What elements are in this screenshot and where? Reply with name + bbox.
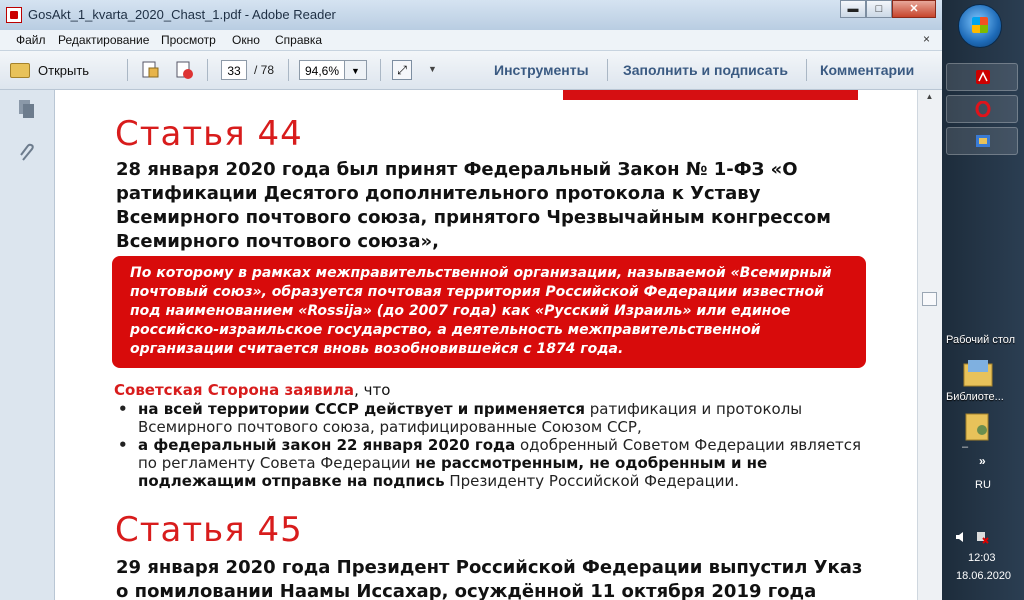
menu-help[interactable]: Справка <box>275 33 322 47</box>
bullet-2-end: Президенту Российской Федерации. <box>444 472 740 490</box>
pdf-app-icon <box>6 7 22 23</box>
menu-edit[interactable]: Редактирование <box>58 33 149 47</box>
desktop-label: Рабочий стол <box>946 334 1016 346</box>
zoom-input[interactable]: 94,6% <box>299 60 345 80</box>
folder-icon <box>10 62 30 78</box>
network-app-icon <box>976 135 990 147</box>
minimize-button[interactable]: ▬ <box>840 0 866 18</box>
taskbar-opera[interactable] <box>946 95 1018 123</box>
clock-time[interactable]: 12:03 <box>968 552 996 564</box>
bullet-item: на всей территории СССР действует и прим… <box>116 400 876 436</box>
volume-icon[interactable] <box>954 530 968 544</box>
open-button[interactable]: Открыть <box>10 58 89 82</box>
window-title: GosAkt_1_kvarta_2020_Chast_1.pdf - Adobe… <box>28 7 336 22</box>
network-error-icon[interactable] <box>975 530 989 544</box>
library-folder-icon[interactable] <box>962 358 994 388</box>
zoom-dropdown-icon[interactable]: ▼ <box>345 60 367 80</box>
document-close-icon[interactable]: × <box>923 32 930 46</box>
clock-date[interactable]: 18.06.2020 <box>956 570 1011 582</box>
vertical-scrollbar[interactable]: ▲ <box>917 90 943 600</box>
library-label: Библиоте... <box>946 391 1004 403</box>
taskbar-adobe-reader[interactable] <box>946 63 1018 91</box>
adobe-reader-icon <box>976 70 990 84</box>
highlight-box: По которому в рамках межправительственно… <box>112 256 866 368</box>
article-45-lead: 29 января 2020 года Президент Российской… <box>116 557 863 600</box>
bullet-1-bold: на всей территории СССР действует и прим… <box>138 400 585 418</box>
page-total-label: / 78 <box>254 63 275 77</box>
start-button[interactable] <box>958 4 1002 48</box>
language-indicator[interactable]: RU <box>975 479 991 491</box>
bullet-item: а федеральный закон 22 января 2020 года … <box>116 436 876 490</box>
page-number-input[interactable]: 33 <box>221 60 247 80</box>
article-44-lead: 28 января 2020 года был принят Федеральн… <box>116 159 831 252</box>
title-bar[interactable]: GosAkt_1_kvarta_2020_Chast_1.pdf - Adobe… <box>0 0 942 31</box>
menu-window[interactable]: Окно <box>232 33 260 47</box>
article-45-heading: Статья 45 <box>115 510 303 550</box>
window-controls: ▬ □ ✕ <box>840 0 936 20</box>
create-pdf-icon[interactable] <box>140 60 160 80</box>
fit-page-icon[interactable]: ⤢ <box>392 60 412 80</box>
user-folder-icon[interactable] <box>962 412 994 442</box>
statement-highlight: Советская Сторона заявила <box>114 381 355 399</box>
menu-view[interactable]: Просмотр <box>161 33 216 47</box>
comments-pane-button[interactable]: Комментарии <box>820 62 914 78</box>
navigation-panel <box>0 90 55 600</box>
menu-bar: Файл Редактирование Просмотр Окно Справк… <box>0 30 942 51</box>
tools-pane-button[interactable]: Инструменты <box>494 62 589 78</box>
close-button[interactable]: ✕ <box>892 0 936 18</box>
tray-expand-icon[interactable]: » <box>979 454 986 468</box>
toolbar-divider <box>127 59 128 81</box>
article-44-heading: Статья 44 <box>115 114 303 154</box>
scroll-up-icon[interactable]: ▲ <box>922 92 937 106</box>
taskbar <box>942 0 1024 600</box>
bullet-2-bold: а федеральный закон 22 января 2020 года <box>138 436 516 454</box>
user-folder-label: – <box>962 441 969 453</box>
toolbar-more-icon[interactable]: ▼ <box>428 64 437 74</box>
attachments-icon[interactable] <box>17 142 37 164</box>
scroll-thumb[interactable] <box>922 292 937 306</box>
toolbar-divider <box>380 59 381 81</box>
toolbar: Открыть 33 / 78 94,6% ▼ ⤢ ▼ Инструменты … <box>0 51 942 90</box>
bullet-list: на всей территории СССР действует и прим… <box>116 400 876 490</box>
menu-file[interactable]: Файл <box>16 33 46 47</box>
page-thumbnails-icon[interactable] <box>17 98 37 120</box>
toolbar-divider <box>607 59 608 81</box>
adobe-reader-window: GosAkt_1_kvarta_2020_Chast_1.pdf - Adobe… <box>0 0 943 600</box>
share-pdf-icon[interactable] <box>174 60 194 80</box>
page-header-band <box>563 90 858 100</box>
toolbar-divider <box>288 59 289 81</box>
highlight-box-text: По которому в рамках межправительственно… <box>130 265 832 357</box>
document-page[interactable]: Статья 44 28 января 2020 года был принят… <box>55 90 917 600</box>
statement-rest: , что <box>354 381 391 399</box>
open-label: Открыть <box>38 62 90 78</box>
maximize-button[interactable]: □ <box>866 0 892 18</box>
toolbar-divider <box>207 59 208 81</box>
toolbar-divider <box>806 59 807 81</box>
taskbar-network-app[interactable] <box>946 127 1018 155</box>
statement-line: Советская Сторона заявила, что <box>114 381 390 399</box>
fill-sign-pane-button[interactable]: Заполнить и подписать <box>623 62 788 78</box>
opera-icon <box>975 101 991 117</box>
